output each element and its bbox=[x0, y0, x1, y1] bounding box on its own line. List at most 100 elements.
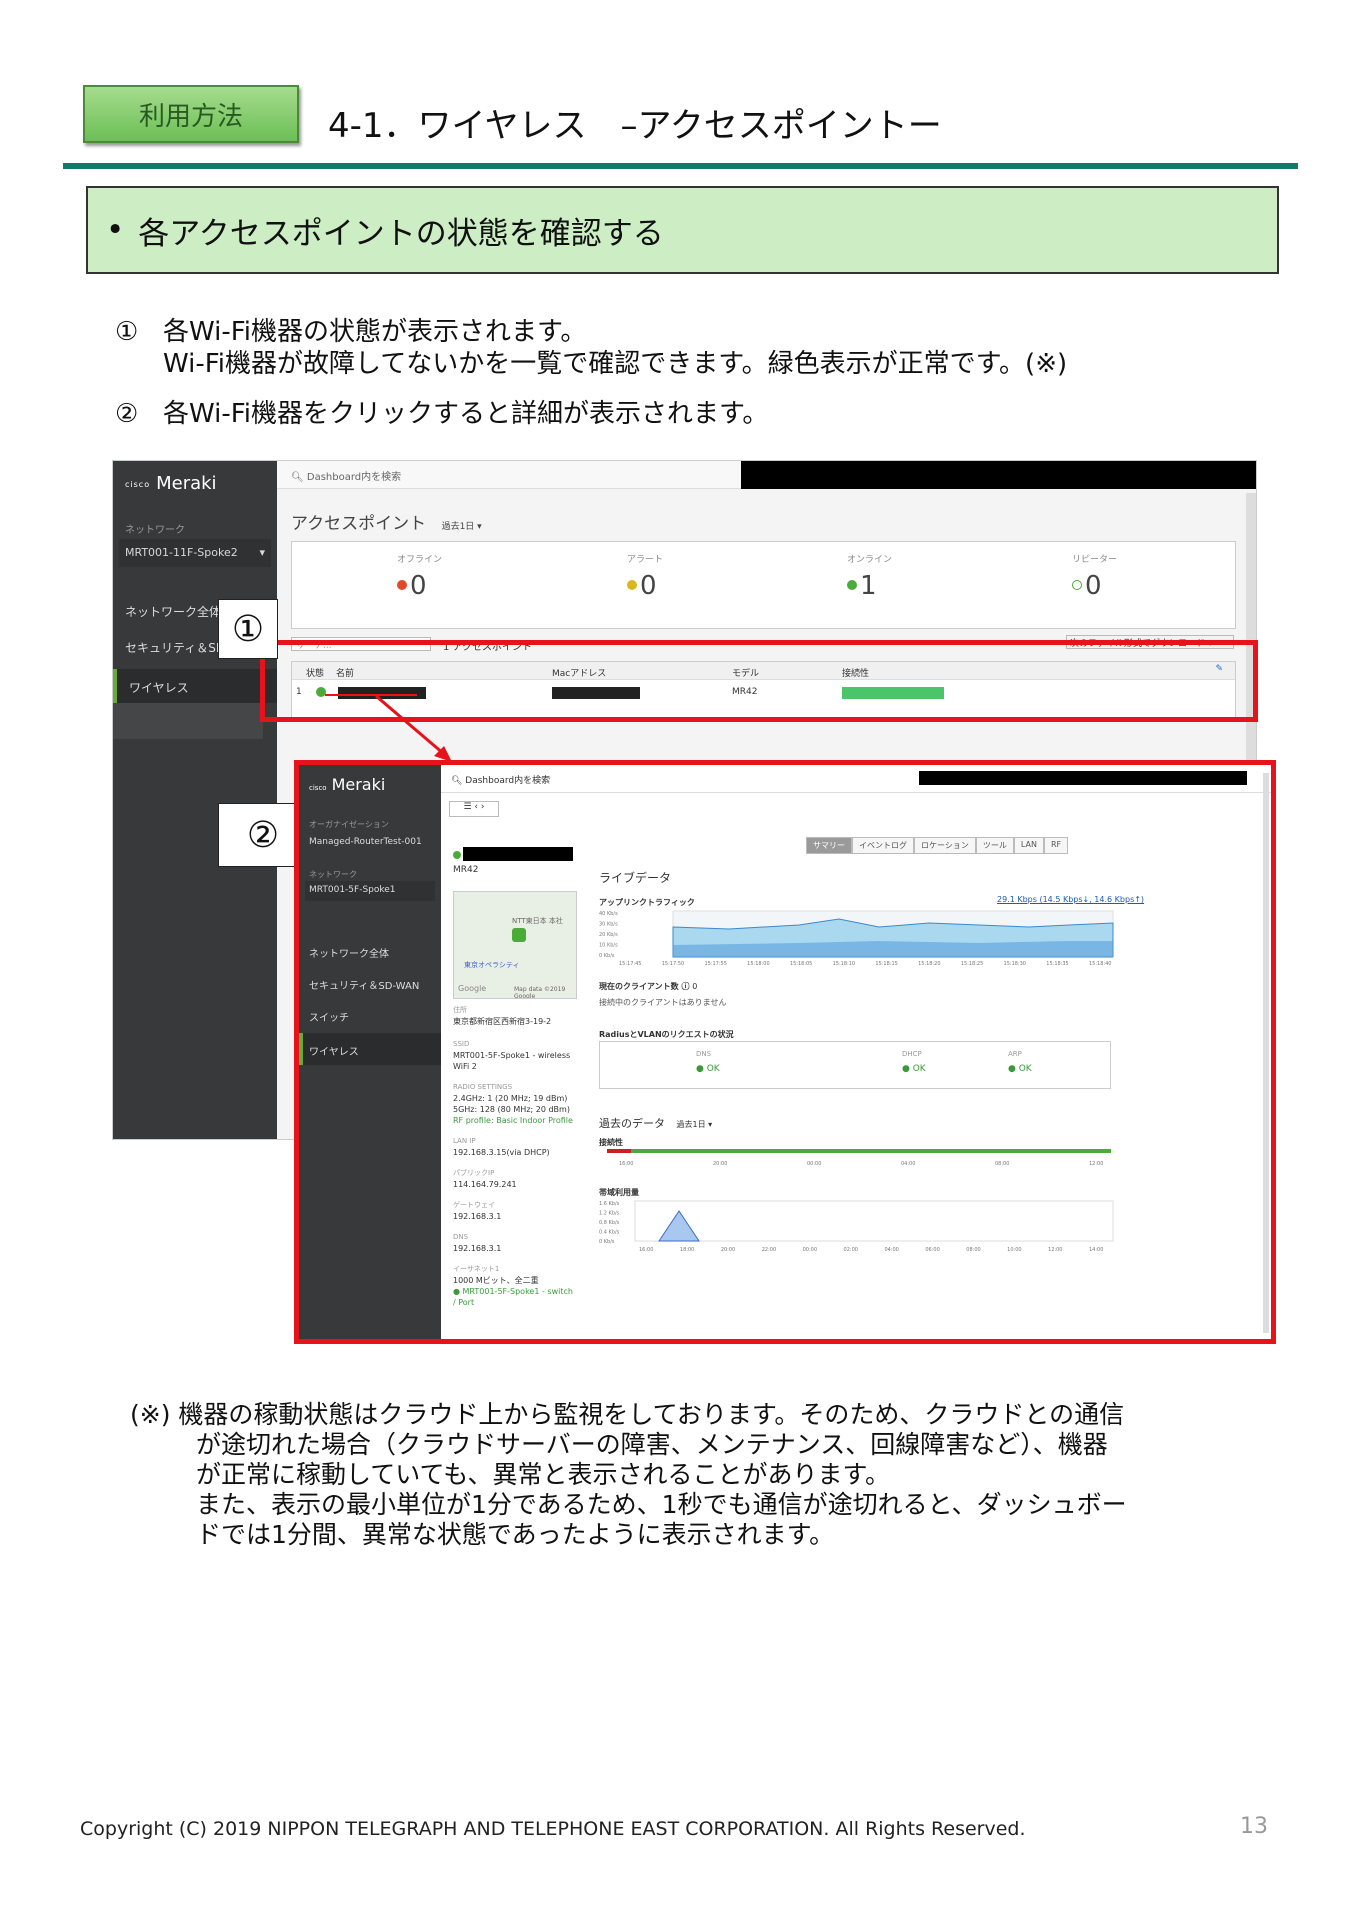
tab-rf[interactable]: RF bbox=[1043, 837, 1069, 854]
note: (※) 機器の稼動状態はクラウド上から監視をしております。そのため、クラウドとの… bbox=[130, 1400, 1260, 1550]
header-rule bbox=[63, 163, 1298, 169]
arrow-icon bbox=[375, 694, 452, 762]
count-online: オンライン 1 bbox=[847, 555, 893, 601]
ap-page-title: アクセスポイント 過去1日 ▾ bbox=[291, 514, 482, 534]
network-selector[interactable]: MRT001-11F-Spoke2 ▾ bbox=[119, 539, 271, 567]
redacted-device-name bbox=[463, 847, 573, 861]
summary-text: 各アクセスポイントの状態を確認する bbox=[138, 215, 664, 252]
radius-title: RadiusとVLANのリクエストの状況 bbox=[599, 1030, 734, 1039]
live-data-title: ライブデータ bbox=[599, 871, 672, 885]
conn-x-tick-0: 16:00 bbox=[619, 1161, 633, 1167]
note-line-1: (※) 機器の稼動状態はクラウド上から監視をしております。そのため、クラウドとの… bbox=[130, 1400, 1125, 1429]
count-offline: オフライン 0 bbox=[397, 555, 443, 601]
uplink-y-tick-3: 10 Kb/s bbox=[599, 943, 618, 949]
step-2: ② 各Wi-Fi機器をクリックすると詳細が表示されます。 bbox=[115, 398, 768, 430]
dns-status: ● OK bbox=[696, 1064, 720, 1074]
clients-title: 現在のクライアント数 ⓘ 0 bbox=[599, 982, 698, 991]
search-icon: 🔍︎ bbox=[291, 472, 307, 483]
page-title: 4-1．ワイヤレス –アクセスポイントー bbox=[328, 106, 942, 146]
uplink-x-tick-6: 15:18:15 bbox=[875, 961, 897, 967]
uplink-x-tick-2: 15:17:55 bbox=[704, 961, 726, 967]
uplink-y-tick-4: 0 Kb/s bbox=[599, 953, 615, 959]
tab-summary[interactable]: サマリー bbox=[806, 837, 852, 854]
sidebar-item-wireless[interactable]: ワイヤレス bbox=[113, 669, 277, 703]
conn-x-tick-5: 12:00 bbox=[1089, 1161, 1103, 1167]
tab-tools[interactable]: ツール bbox=[975, 837, 1014, 854]
network-label: ネットワーク bbox=[125, 525, 185, 536]
uplink-chart: 40 Kb/s 30 Kb/s 20 Kb/s 10 Kb/s 0 Kb/s 15:17… bbox=[599, 910, 1114, 967]
uplink-x-tick-5: 15:18:10 bbox=[833, 961, 855, 967]
uplink-x-tick-8: 15:18:25 bbox=[961, 961, 983, 967]
location-map[interactable]: NTT東日本 本社 東京オペラシティ Google Map data ©2019… bbox=[453, 891, 577, 999]
conn-x-tick-2: 00:00 bbox=[807, 1161, 821, 1167]
uplink-x-tick-0: 15:17:45 bbox=[619, 961, 641, 967]
bw-y-tick-0: 1.6 Kb/s bbox=[599, 1201, 620, 1207]
redacted-bar-2 bbox=[919, 771, 1247, 785]
dashboard-sidebar: cisco Meraki ネットワーク MRT001-11F-Spoke2 ▾ ネッ… bbox=[113, 461, 277, 1139]
sidebar-item-switch[interactable]: スイッチ bbox=[309, 1009, 349, 1024]
uplink-legend[interactable]: 29.1 Kbps (14.5 Kbps↓, 14.6 Kbps↑) bbox=[997, 895, 1144, 904]
bw-x-tick-8: 08:00 bbox=[966, 1247, 980, 1253]
conn-x-tick-4: 08:00 bbox=[995, 1161, 1009, 1167]
uplink-x-tick-3: 15:18:00 bbox=[747, 961, 769, 967]
bw-y-tick-3: 0.4 Kb/s bbox=[599, 1230, 620, 1236]
note-line-3: が正常に稼動していても、異常と表示されることがあります。 bbox=[196, 1460, 891, 1489]
nav-buttons[interactable]: ☰ ‹ › bbox=[449, 801, 499, 817]
detail-tabs: サマリー イベントログ ロケーション ツール LAN RF bbox=[806, 837, 1069, 854]
uplink-x-tick-7: 15:18:20 bbox=[918, 961, 940, 967]
dhcp-status: ● OK bbox=[902, 1064, 926, 1074]
ap-status-counts: オフライン 0 アラート 0 オンライン 1 リピーター 0 bbox=[291, 541, 1236, 629]
bw-x-tick-11: 14:00 bbox=[1089, 1247, 1103, 1253]
bw-y-tick-2: 0.8 Kb/s bbox=[599, 1220, 620, 1226]
meraki-logo: cisco Meraki bbox=[125, 473, 217, 494]
step-1-line2: Wi-Fi機器が故障してないかを一覧で確認できます。緑色表示が正常です。(※) bbox=[163, 349, 1068, 379]
arp-status: ● OK bbox=[1008, 1064, 1032, 1074]
note-line-5: ドでは1分間、異常な状態であったように表示されます。 bbox=[196, 1520, 835, 1549]
search-icon-2: 🔍︎ bbox=[451, 776, 466, 786]
bw-x-tick-1: 18:00 bbox=[680, 1247, 694, 1253]
uplink-y-tick-2: 20 Kb/s bbox=[599, 932, 618, 938]
dashboard-screenshot-detail: cisco Meraki オーガナイゼーション Managed-RouterTes… bbox=[294, 760, 1276, 1344]
callout-1: ① bbox=[218, 599, 278, 659]
step-2-line1: 各Wi-Fi機器をクリックすると詳細が表示されます。 bbox=[163, 399, 769, 429]
count-repeater: リピーター 0 bbox=[1072, 555, 1118, 601]
bw-x-tick-9: 10:00 bbox=[1007, 1247, 1021, 1253]
device-details: 住所 東京都新宿区西新宿3-19-2 SSID MRT001-5F-Spoke1 -… bbox=[453, 1006, 573, 1307]
network-selector-2[interactable]: MRT001-5F-Spoke1 bbox=[305, 881, 435, 901]
uplink-x-tick-10: 15:18:35 bbox=[1046, 961, 1068, 967]
step-1-number: ① bbox=[115, 317, 139, 347]
tab-location[interactable]: ロケーション bbox=[914, 837, 976, 854]
bw-x-tick-5: 02:00 bbox=[844, 1247, 858, 1253]
tab-event-log[interactable]: イベントログ bbox=[852, 837, 914, 854]
org-selector[interactable]: Managed-RouterTest-001 bbox=[309, 837, 429, 848]
bullet: • bbox=[106, 212, 125, 248]
uplink-y-tick-0: 40 Kb/s bbox=[599, 911, 618, 917]
bandwidth-chart: 1.6 Kb/s 1.2 Kb/s 0.8 Kb/s 0.4 Kb/s 0 Kb/s 1… bbox=[599, 1200, 1114, 1253]
device-model: MR42 bbox=[453, 865, 479, 875]
uplink-y-tick-1: 30 Kb/s bbox=[599, 922, 618, 928]
detail-scrollbar[interactable] bbox=[1263, 773, 1269, 1333]
sidebar-item-network-2[interactable]: ネットワーク全体 bbox=[309, 945, 389, 960]
note-line-2: が途切れた場合（クラウドサーバーの障害、メンテナンス、回線障害など）、機器 bbox=[196, 1430, 1108, 1459]
uplink-x-tick-4: 15:18:05 bbox=[790, 961, 812, 967]
bw-x-tick-6: 04:00 bbox=[884, 1247, 898, 1253]
redacted-bar bbox=[741, 461, 1256, 489]
sidebar-submenu bbox=[113, 703, 263, 739]
step-2-number: ② bbox=[115, 399, 139, 429]
sidebar-item-security-2[interactable]: セキュリティ＆SD-WAN bbox=[309, 977, 419, 992]
uplink-x-tick-1: 15:17:50 bbox=[662, 961, 684, 967]
uplink-x-tick-11: 15:18:40 bbox=[1089, 961, 1111, 967]
conn-x-tick-1: 20:00 bbox=[713, 1161, 727, 1167]
usage-tag: 利用方法 bbox=[83, 85, 299, 143]
tab-lan[interactable]: LAN bbox=[1013, 837, 1044, 854]
bw-x-tick-2: 20:00 bbox=[721, 1247, 735, 1253]
bw-y-tick-4: 0 Kb/s bbox=[599, 1239, 615, 1245]
bw-y-tick-1: 1.2 Kb/s bbox=[599, 1211, 620, 1217]
meraki-logo-2: cisco Meraki bbox=[309, 775, 386, 794]
period-select[interactable]: 過去1日 ▾ bbox=[442, 522, 482, 532]
note-line-4: また、表示の最小単位が1分であるため、1秒でも通信が途切れると、ダッシュボー bbox=[196, 1490, 1127, 1519]
history-period-select[interactable]: 過去1日 ▾ bbox=[677, 1120, 713, 1129]
radius-panel: DNS ● OK DHCP ● OK ARP ● OK bbox=[599, 1041, 1111, 1089]
sidebar-item-wireless-2[interactable]: ワイヤレス bbox=[299, 1033, 441, 1065]
step-1-line1: 各Wi-Fi機器の状態が表示されます。 bbox=[163, 317, 587, 347]
